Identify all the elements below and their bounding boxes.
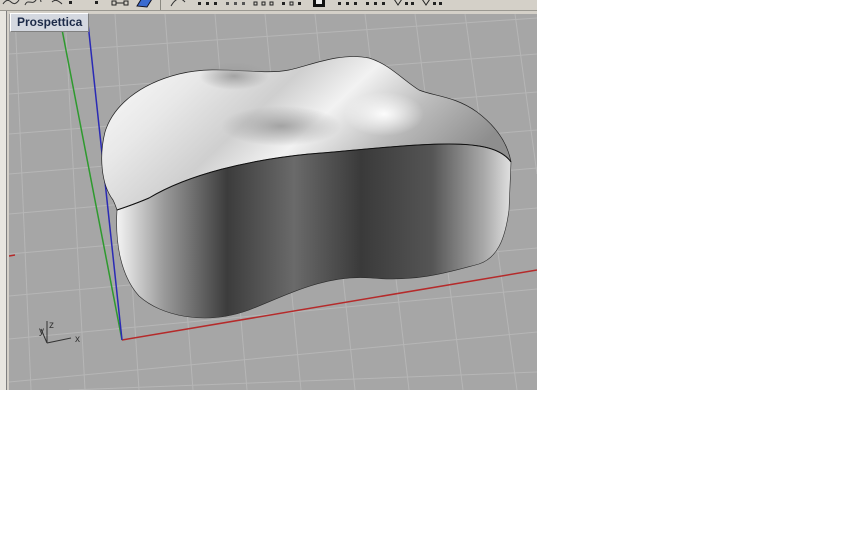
render-icon[interactable] bbox=[310, 0, 330, 8]
gizmo-label-y: y bbox=[39, 326, 44, 337]
freeform-curve-icon[interactable] bbox=[24, 0, 42, 8]
line-icon[interactable] bbox=[66, 0, 76, 8]
left-panel-edge bbox=[0, 11, 7, 390]
grid-snap-icon[interactable] bbox=[168, 0, 188, 8]
snap-mid-icon[interactable] bbox=[364, 0, 388, 8]
surface-top-shade bbox=[199, 62, 269, 90]
viewport-title-tab[interactable]: Prospettica bbox=[10, 13, 90, 32]
osnap-icon[interactable] bbox=[252, 0, 276, 8]
surface-top-highlight bbox=[344, 92, 424, 136]
snap-icon[interactable] bbox=[92, 0, 102, 8]
perspective-viewport[interactable]: z x y bbox=[9, 14, 537, 390]
surface-top-dent bbox=[221, 106, 341, 146]
gizmo-label-z: z bbox=[49, 320, 54, 331]
gizmo-label-x: x bbox=[75, 334, 80, 345]
snap-cen-icon[interactable] bbox=[392, 0, 416, 8]
snap-end-icon[interactable] bbox=[336, 0, 360, 8]
viewport-canvas[interactable]: z x y bbox=[9, 14, 537, 390]
select-object-icon[interactable] bbox=[110, 0, 132, 8]
snap-point-icon[interactable] bbox=[280, 0, 304, 8]
point-icon[interactable] bbox=[50, 0, 64, 8]
toolbar bbox=[0, 0, 537, 11]
curve-icon[interactable] bbox=[2, 0, 20, 8]
snap-int-icon[interactable] bbox=[420, 0, 444, 8]
planar-icon[interactable] bbox=[224, 0, 248, 8]
x-axis-negative bbox=[9, 254, 16, 257]
ortho-icon[interactable] bbox=[196, 0, 220, 8]
surface-icon[interactable] bbox=[134, 0, 154, 8]
